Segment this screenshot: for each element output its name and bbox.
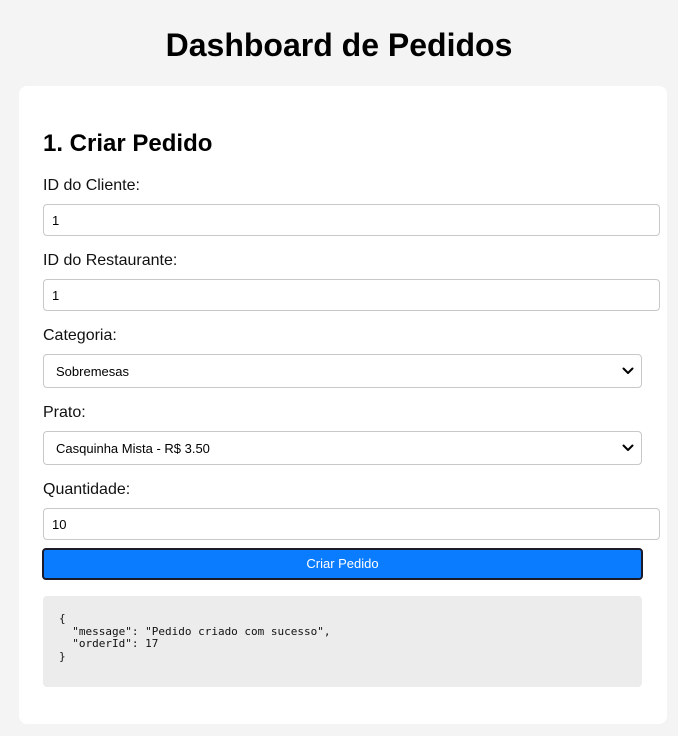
quantity-input[interactable]	[43, 508, 660, 540]
restaurant-id-input[interactable]	[43, 279, 660, 311]
category-label: Categoria:	[43, 327, 117, 344]
category-select-value: Sobremesas	[56, 363, 129, 379]
dish-label: Prato:	[43, 404, 86, 421]
response-json: { "message": "Pedido criado com sucesso"…	[59, 612, 331, 663]
chevron-down-icon	[621, 364, 635, 378]
dish-select-value: Casquinha Mista - R$ 3.50	[56, 440, 210, 456]
quantity-label: Quantidade:	[43, 481, 131, 498]
section-title: 1. Criar Pedido	[43, 130, 213, 157]
category-select[interactable]: Sobremesas	[43, 354, 642, 388]
create-order-button[interactable]: Criar Pedido	[42, 548, 643, 580]
restaurant-id-label: ID do Restaurante:	[43, 252, 178, 269]
client-id-input[interactable]	[43, 204, 660, 236]
page-title: Dashboard de Pedidos	[165, 27, 513, 63]
create-order-card: 1. Criar Pedido ID do Cliente: ID do Res…	[19, 86, 667, 724]
dish-select[interactable]: Casquinha Mista - R$ 3.50	[43, 431, 642, 465]
client-id-label: ID do Cliente:	[43, 177, 140, 194]
response-output: { "message": "Pedido criado com sucesso"…	[43, 596, 642, 687]
chevron-down-icon	[621, 441, 635, 455]
